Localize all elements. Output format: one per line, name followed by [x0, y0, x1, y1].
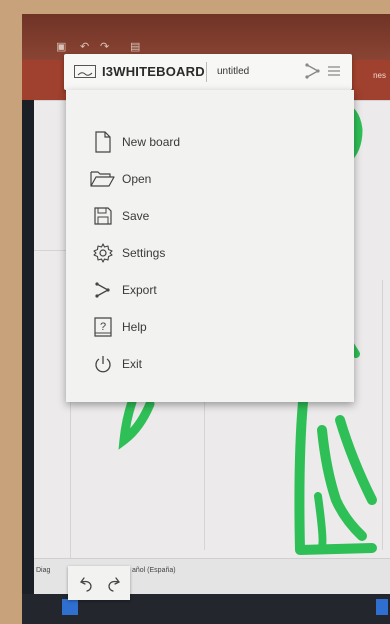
menu-item-exit[interactable]: Exit [90, 349, 330, 379]
taskbar-app-icon-right[interactable] [376, 599, 388, 615]
menu-item-help[interactable]: ? Help [90, 312, 330, 342]
gear-icon [90, 241, 116, 265]
menu-item-save[interactable]: Save [90, 201, 330, 231]
undo-redo-toolbar [68, 566, 130, 600]
menu-label-help: Help [122, 320, 147, 334]
menu-label-new-board: New board [122, 135, 181, 149]
new-document-icon [90, 130, 116, 154]
undo-quick-icon: ↶ [80, 41, 90, 53]
status-language: añol (España) [132, 567, 176, 574]
redo-icon[interactable] [102, 574, 122, 594]
redo-quick-icon: ↷ [100, 41, 110, 53]
brand-name: I3WHITEBOARD [102, 64, 205, 79]
help-icon: ? [90, 315, 116, 339]
undo-icon[interactable] [78, 574, 98, 594]
taskbar-app-icon[interactable] [62, 599, 78, 615]
whiteboard-header: I3WHITEBOARD untitled [64, 54, 352, 90]
hamburger-menu-icon[interactable] [327, 64, 341, 78]
export-share-icon [90, 278, 116, 302]
header-divider [206, 62, 207, 82]
save-quick-icon: ▣ [56, 41, 67, 53]
svg-text:?: ? [100, 321, 106, 333]
menu-item-settings[interactable]: Settings [90, 238, 330, 268]
menu-label-save: Save [122, 209, 150, 223]
status-text-left: Diag [36, 567, 51, 574]
menu-item-export[interactable]: Export [90, 275, 330, 305]
floppy-disk-icon [90, 204, 116, 228]
folder-icon [90, 167, 116, 191]
ribbon-tab-partial: nes [373, 71, 386, 80]
board-title[interactable]: untitled [217, 66, 249, 77]
menu-label-export: Export [122, 283, 157, 297]
customize-quick-icon: ▤ [130, 41, 141, 53]
power-icon [90, 352, 116, 376]
menu-label-open: Open [122, 172, 152, 186]
menu-label-settings: Settings [122, 246, 166, 260]
menu-label-exit: Exit [122, 357, 143, 371]
menu-item-open[interactable]: Open [90, 164, 330, 194]
menu-item-new-board[interactable]: New board [90, 127, 330, 157]
export-share-icon[interactable] [305, 62, 321, 80]
whiteboard-logo-icon [74, 65, 96, 78]
main-menu-panel: New board Open Save Settings Export ? He… [66, 90, 354, 402]
